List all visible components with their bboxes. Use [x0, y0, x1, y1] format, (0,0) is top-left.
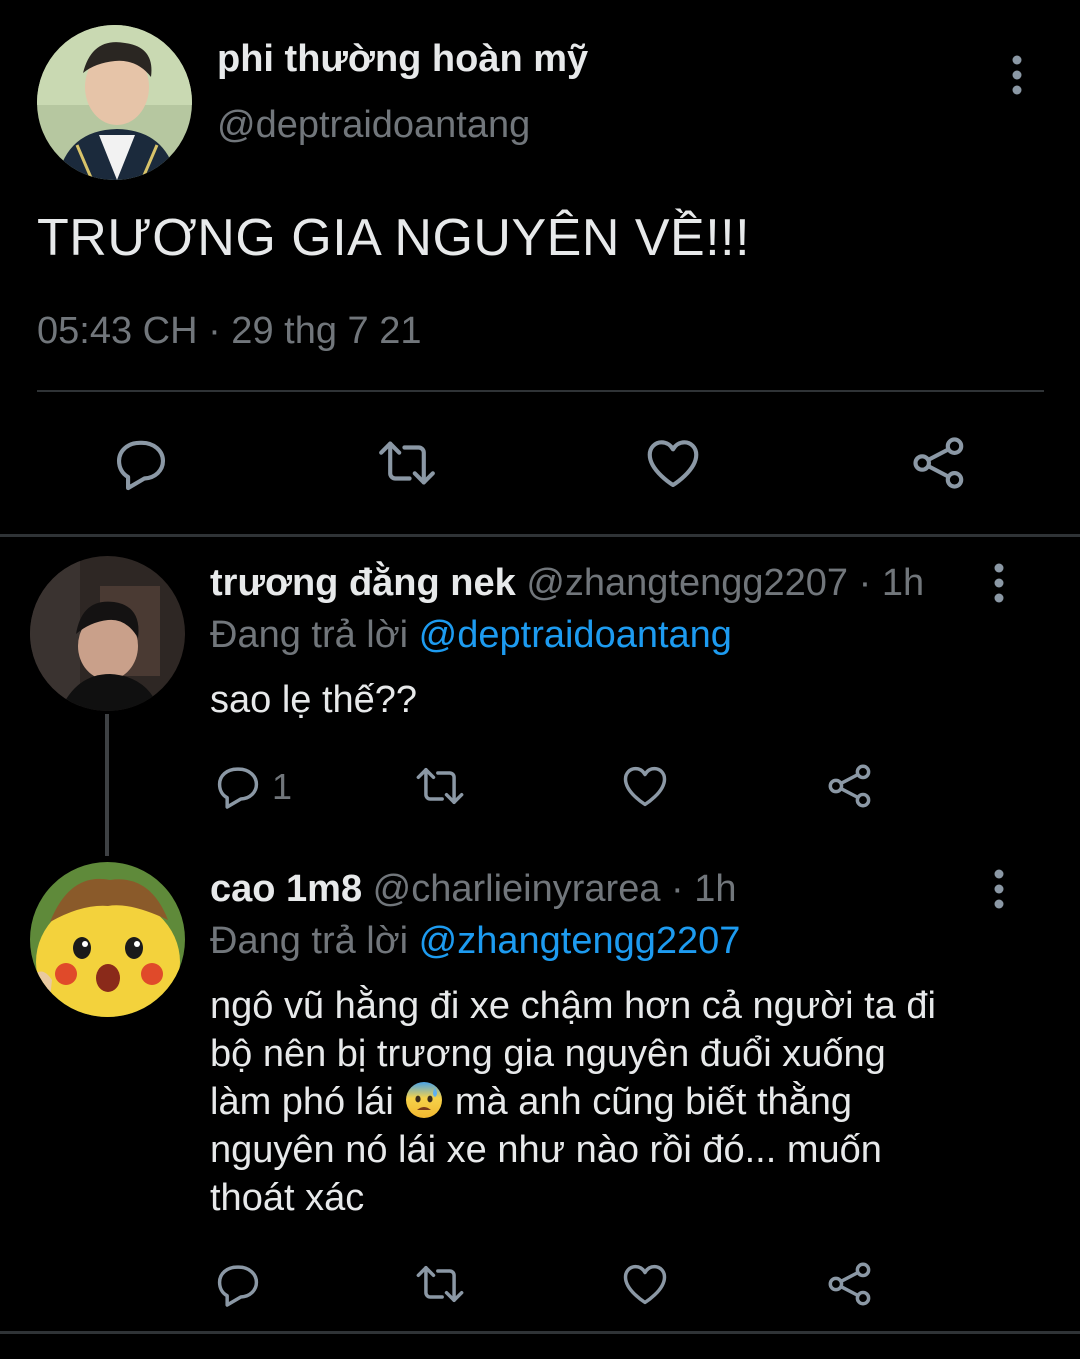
section-divider	[0, 1331, 1080, 1334]
replying-to-label: Đang trả lời	[210, 920, 419, 962]
reply-text-line-with-emoji: làm phó lái mà anh cũng biết thằng	[210, 1078, 1030, 1126]
reply-text-segment: mà anh cũng biết thằng	[444, 1081, 853, 1123]
more-options-icon[interactable]	[986, 868, 1012, 910]
reply-text: sao lẹ thế??	[210, 679, 418, 721]
divider	[37, 390, 1044, 392]
share-icon[interactable]	[824, 1258, 876, 1310]
tweet-text: TRƯƠNG GIA NGUYÊN VỀ!!!	[37, 209, 751, 267]
reply-text-line: ngô vũ hằng đi xe chậm hơn cả người ta đ…	[210, 985, 936, 1027]
replying-to: Đang trả lời @zhangtengg2207	[210, 920, 740, 963]
author-avatar[interactable]	[37, 25, 192, 180]
reply-icon[interactable]	[212, 1258, 264, 1310]
share-icon[interactable]	[824, 760, 876, 812]
like-icon[interactable]	[642, 432, 704, 494]
reply-icon[interactable]	[110, 432, 172, 494]
reply-avatar[interactable]	[30, 862, 185, 1017]
more-options-icon[interactable]	[1003, 54, 1031, 96]
reply-header: cao 1m8 @charlieinyrarea · 1h	[210, 868, 737, 911]
reply-icon[interactable]	[212, 760, 264, 812]
section-divider	[0, 534, 1080, 537]
reply-text-line: bộ nên bị trương gia nguyên đuổi xuống	[210, 1033, 886, 1075]
reply-count: 1	[272, 766, 293, 807]
reply-header: trương đằng nek @zhangtengg2207 · 1h	[210, 562, 924, 605]
reply-display-name[interactable]: trương đằng nek	[210, 562, 516, 604]
like-icon[interactable]	[619, 760, 671, 812]
share-icon[interactable]	[908, 432, 970, 494]
reply-text-line: nguyên nó lái xe như nào rồi đó... muốn	[210, 1129, 882, 1171]
reply-display-name[interactable]: cao 1m8	[210, 868, 362, 910]
more-options-icon[interactable]	[986, 562, 1012, 604]
reply-age: · 1h	[671, 868, 737, 910]
tweet-detail-page: phi thường hoàn mỹ @deptraidoantang TRƯƠ…	[0, 0, 1080, 1359]
reply-text-segment: làm phó lái	[210, 1081, 394, 1123]
replying-to-label: Đang trả lời	[210, 614, 419, 656]
anxious-face-with-sweat-emoji	[404, 1080, 444, 1120]
reply-age: · 1h	[858, 562, 925, 604]
replying-to-mention[interactable]: @deptraidoantang	[419, 614, 732, 656]
retweet-icon[interactable]	[414, 1258, 466, 1310]
retweet-icon[interactable]	[414, 760, 466, 812]
thread-connector-line	[105, 714, 109, 856]
tweet-timestamp[interactable]: 05:43 CH · 29 thg 7 21	[37, 310, 421, 353]
retweet-icon[interactable]	[376, 432, 438, 494]
author-display-name[interactable]: phi thường hoàn mỹ	[217, 38, 588, 81]
replying-to-mention[interactable]: @zhangtengg2207	[419, 920, 741, 962]
reply-handle[interactable]: @zhangtengg2207	[526, 562, 848, 604]
reply-text-line: thoát xác	[210, 1177, 365, 1219]
reply-handle[interactable]: @charlieinyrarea	[373, 868, 661, 910]
like-icon[interactable]	[619, 1258, 671, 1310]
reply-avatar[interactable]	[30, 556, 185, 711]
replying-to: Đang trả lời @deptraidoantang	[210, 614, 732, 657]
author-handle[interactable]: @deptraidoantang	[217, 104, 530, 147]
reply-text: ngô vũ hằng đi xe chậm hơn cả người ta đ…	[210, 982, 1030, 1222]
